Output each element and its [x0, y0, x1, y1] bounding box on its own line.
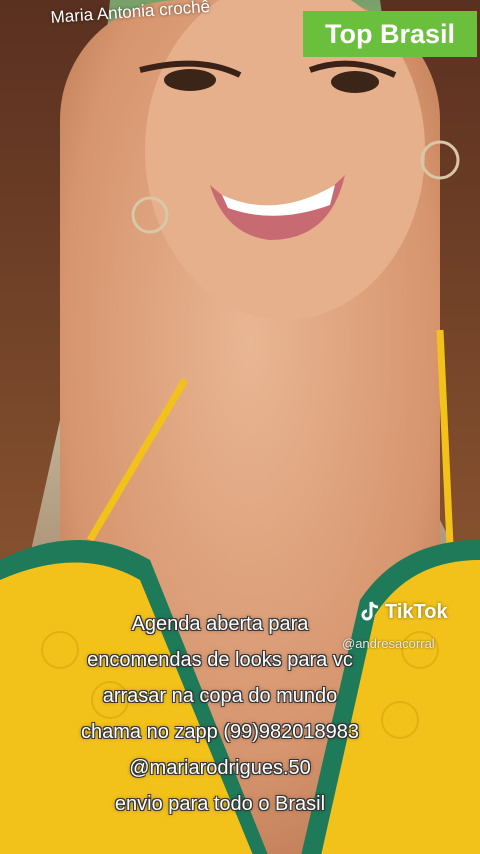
caption-line: encomendas de looks para vc — [87, 649, 353, 671]
video-frame[interactable]: Maria Antonia crochê Top Brasil TikTok @… — [0, 0, 480, 854]
top-brasil-badge: Top Brasil — [303, 11, 477, 57]
promo-caption: Agenda aberta para encomendas de looks p… — [0, 606, 440, 822]
caption-line: Agenda aberta para — [131, 613, 309, 635]
caption-line: chama no zapp (99)982018983 — [81, 721, 359, 743]
caption-line: envio para todo o Brasil — [114, 793, 326, 815]
caption-line: @mariarodrigues.50 — [129, 757, 311, 779]
caption-line: arrasar na copa do mundo — [102, 685, 338, 707]
